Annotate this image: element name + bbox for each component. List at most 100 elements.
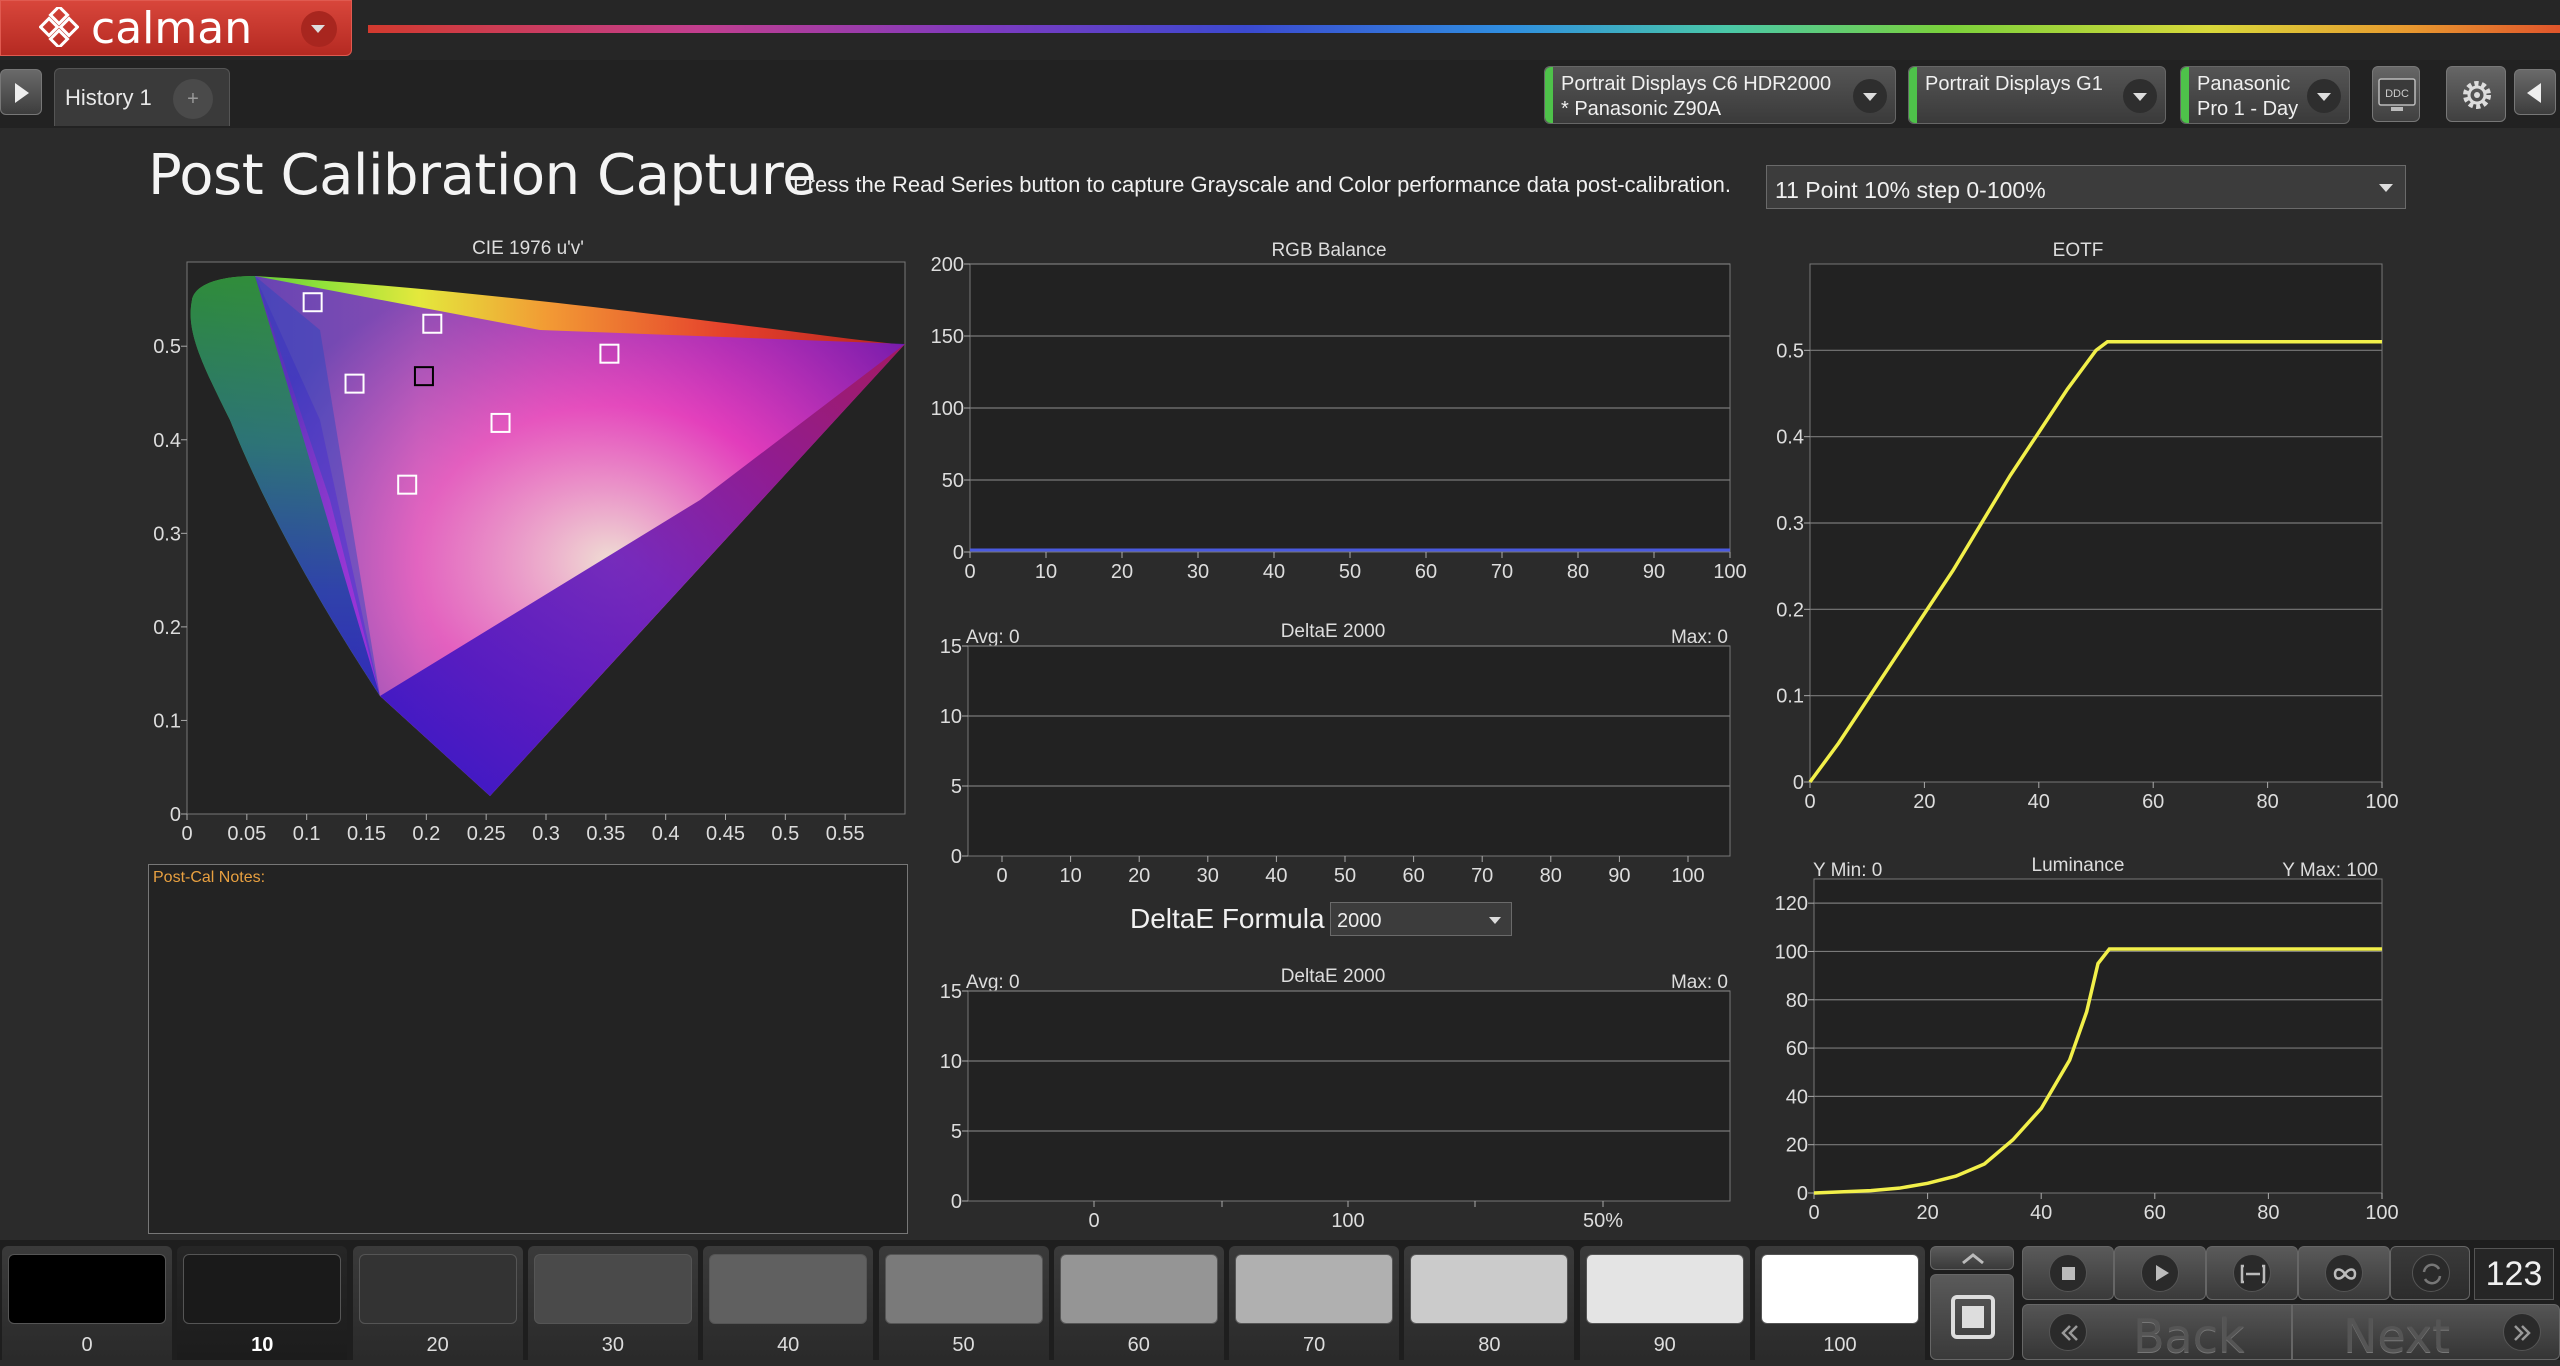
chevron-down-icon [1489,917,1501,924]
x-tick-label: 0.3 [532,823,560,845]
back-label: Back [2133,1309,2245,1363]
swatch-90[interactable]: 90 [1579,1246,1750,1360]
y-tick-label: 0 [951,846,962,868]
swatch-label: 30 [601,1334,625,1356]
double-chevron-left-icon [2049,1313,2087,1351]
deltae-formula-dropdown[interactable]: 2000 [1330,902,1512,936]
swatch-label: 60 [1127,1334,1150,1356]
x-tick-label: 0 [1088,1210,1099,1232]
bracket-arrows-icon [2233,1254,2271,1292]
cie-chart: CIE 1976 u'v' 0 0.1 0.2 0.3 0.4 0.5 0 0.05 0.1 0.… [153,238,906,845]
x-tick-label: 60 [1415,561,1437,583]
y-tick-label: 120 [1775,893,1808,915]
x-tick-label: 30 [1197,865,1219,887]
x-tick-label: 0.15 [347,823,386,845]
swatch-0[interactable]: 0 [2,1246,172,1360]
swatch-color [8,1254,166,1324]
x-tick-label: 60 [2144,1202,2166,1224]
next-button[interactable]: Next [2292,1304,2560,1363]
deltae-avg: Avg: 0 [966,972,1020,993]
swatch-label: 100 [1823,1334,1857,1356]
deltae-max: Max: 0 [1671,627,1728,648]
x-tick-label: 100 [1671,865,1704,887]
deltae-plot-area [967,990,1731,1202]
swatch-label: 50 [952,1334,975,1356]
swatch-10[interactable]: 10 [177,1246,348,1360]
y-tick-label: 0.4 [1776,427,1804,449]
y-tick-label: 0 [170,804,181,826]
x-tick-label: 0 [1808,1202,1819,1224]
notes-label: Post-Cal Notes: [153,869,266,886]
x-tick-label: 0.4 [652,823,680,845]
refresh-button[interactable] [2390,1246,2470,1300]
loop-button[interactable] [2298,1246,2390,1300]
x-tick-label: 60 [2142,791,2164,813]
y-tick-label: 100 [1775,941,1808,963]
deltae-formula-label: DeltaE Formula [1130,903,1325,934]
swatch-color [183,1254,342,1324]
x-tick-label: 0.55 [826,823,865,845]
y-tick-label: 0.5 [1776,340,1804,362]
stop-icon [2049,1254,2087,1292]
y-tick-label: 10 [940,1051,962,1073]
swatch-color [884,1254,1043,1324]
y-tick-label: 15 [940,981,962,1003]
x-tick-label: 0.25 [467,823,506,845]
deltae-formula-value: 2000 [1337,910,1382,932]
x-tick-label: 0.1 [293,823,321,845]
y-tick-label: 0 [1797,1183,1808,1205]
x-tick-label: 40 [1265,865,1287,887]
x-tick-label: 100 [1331,1210,1364,1232]
x-tick-label: 20 [1128,865,1150,887]
read-continuous-button[interactable] [2206,1246,2298,1300]
swatch-40[interactable]: 40 [703,1246,874,1360]
x-tick-label: 100 [2365,1202,2398,1224]
swatch-50[interactable]: 50 [878,1246,1049,1360]
play-button[interactable] [2114,1246,2206,1300]
eotf-title: EOTF [2053,240,2104,261]
x-tick-label: 40 [2028,791,2050,813]
back-button[interactable]: Back [2022,1304,2292,1363]
refresh-icon [2412,1254,2450,1292]
x-tick-label: 10 [1059,865,1081,887]
x-tick-label: 90 [1643,561,1665,583]
deltae-avg: Avg: 0 [966,627,1020,648]
x-tick-label: 100 [2365,791,2398,813]
y-tick-label: 0.3 [153,523,181,545]
swatch-80[interactable]: 80 [1404,1246,1575,1360]
eotf-chart: EOTF 0 0.1 0.2 0.3 0.4 0.5 0 20 40 60 80 100 [1776,240,2399,813]
swatch-30[interactable]: 30 [527,1246,698,1360]
stop-button[interactable] [2022,1246,2114,1300]
swatch-label: 10 [251,1334,274,1356]
x-tick-label: 40 [2030,1202,2052,1224]
swatch-color [1235,1254,1394,1324]
y-tick-label: 0 [951,1191,962,1213]
swatch-color [1585,1254,1744,1324]
swatch-60[interactable]: 60 [1053,1246,1224,1360]
luminance-chart: Luminance Y Min: 0 Y Max: 100 0 20 40 60 80 1… [1775,855,2399,1224]
x-tick-label: 0 [964,561,975,583]
swatch-color [1059,1254,1218,1324]
swatch-70[interactable]: 70 [1229,1246,1400,1360]
x-tick-label: 0.35 [586,823,625,845]
luminance-ymin: Y Min: 0 [1813,860,1882,881]
x-tick-label: 0.05 [227,823,266,845]
deltae-plot-area [967,645,1731,857]
swatch-100[interactable]: 100 [1755,1246,1925,1360]
swatch-label: 40 [777,1334,800,1356]
swatch-20[interactable]: 20 [352,1246,523,1360]
swatch-color [1761,1254,1919,1324]
x-tick-label: 80 [1567,561,1589,583]
post-cal-notes[interactable]: Post-Cal Notes: [148,864,908,1234]
read-series-button[interactable] [1930,1274,2014,1360]
counter-button[interactable]: 123 [2474,1248,2554,1300]
x-tick-label: 20 [1913,791,1935,813]
scroll-up-button[interactable] [1930,1246,2014,1270]
y-tick-label: 5 [951,776,962,798]
swatch-color [709,1254,868,1324]
x-tick-label: 70 [1471,865,1493,887]
luminance-plot-area [1813,878,2383,1194]
y-tick-label: 150 [931,326,964,348]
y-tick-label: 10 [940,706,962,728]
x-tick-label: 50% [1583,1210,1623,1232]
